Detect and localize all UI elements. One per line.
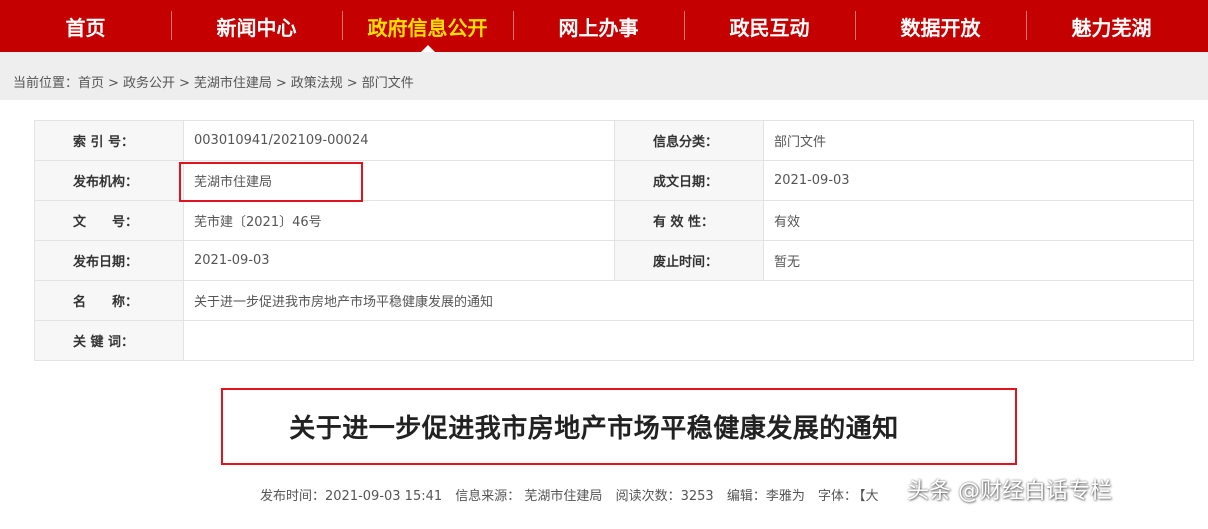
breadcrumb: 当前位置：首页 > 政务公开 > 芜湖市住建局 > 政策法规 > 部门文件 <box>13 72 414 91</box>
breadcrumb-separator: > <box>275 76 287 91</box>
article-meta: 发布时间：2021-09-03 15:41 信息来源： 芜湖市住建局 阅读次数：… <box>260 485 888 504</box>
doc-no-value: 芜市建〔2021〕46号 <box>183 200 615 241</box>
nav-item-gov-info[interactable]: 政府信息公开 <box>342 0 513 52</box>
font-size-label: 字体： <box>817 489 857 504</box>
breadcrumb-link-policy[interactable]: 政策法规 <box>291 76 343 91</box>
table-row: 发布机构： 芜湖市住建局 成文日期： 2021-09-03 <box>34 160 1194 201</box>
table-row: 关 键 词： <box>34 320 1194 361</box>
breadcrumb-separator: > <box>346 76 358 91</box>
breadcrumb-link-gov-affairs[interactable]: 政务公开 <box>123 76 175 91</box>
category-label: 信息分类： <box>614 120 764 161</box>
breadcrumb-link-bureau[interactable]: 芜湖市住建局 <box>194 76 272 91</box>
breadcrumb-link-home[interactable]: 首页 <box>78 76 104 91</box>
breadcrumb-separator: > <box>108 76 119 91</box>
validity-label: 有 效 性： <box>614 200 764 241</box>
nav-item-charm-wuhu[interactable]: 魅力芜湖 <box>1026 0 1197 52</box>
breadcrumb-bar: 当前位置：首页 > 政务公开 > 芜湖市住建局 > 政策法规 > 部门文件 <box>0 52 1208 100</box>
title-highlight-box: 关于进一步促进我市房地产市场平稳健康发展的通知 <box>221 388 1017 465</box>
published-date-value: 2021-09-03 <box>183 240 615 281</box>
table-row: 发布日期： 2021-09-03 废止时间： 暂无 <box>34 240 1194 281</box>
index-no-value: 003010941/202109-00024 <box>183 120 615 161</box>
abolished-value: 暂无 <box>763 240 1194 281</box>
info-source: 信息来源： 芜湖市住建局 <box>455 489 603 504</box>
publish-time: 发布时间：2021-09-03 15:41 <box>260 489 443 504</box>
doc-no-label: 文 号： <box>34 200 184 241</box>
nav-item-home[interactable]: 首页 <box>0 0 171 52</box>
published-date-label: 发布日期： <box>34 240 184 281</box>
validity-value: 有效 <box>763 200 1194 241</box>
top-nav: 首页 新闻中心 政府信息公开 网上办事 政民互动 数据开放 魅力芜湖 <box>0 0 1208 52</box>
name-label: 名 称： <box>34 280 184 321</box>
breadcrumb-link-dept-docs[interactable]: 部门文件 <box>362 76 414 91</box>
nav-item-online-service[interactable]: 网上办事 <box>513 0 684 52</box>
article-title: 关于进一步促进我市房地产市场平稳健康发展的通知 <box>289 414 899 444</box>
nav-item-interaction[interactable]: 政民互动 <box>684 0 855 52</box>
font-size-large-button[interactable]: 【大 <box>859 489 879 504</box>
main-content: 索 引 号： 003010941/202109-00024 信息分类： 部门文件… <box>0 100 1208 529</box>
name-value: 关于进一步促进我市房地产市场平稳健康发展的通知 <box>183 280 1194 321</box>
watermark-text: 头条 @财经白话专栏 <box>907 479 1112 504</box>
keywords-value <box>183 320 1194 361</box>
table-row: 文 号： 芜市建〔2021〕46号 有 效 性： 有效 <box>34 200 1194 241</box>
index-no-label: 索 引 号： <box>34 120 184 161</box>
nav-item-news[interactable]: 新闻中心 <box>171 0 342 52</box>
created-date-label: 成文日期： <box>614 160 764 201</box>
abolished-label: 废止时间： <box>614 240 764 281</box>
publisher-value: 芜湖市住建局 <box>183 160 615 201</box>
breadcrumb-separator: > <box>178 76 190 91</box>
publisher-label: 发布机构： <box>34 160 184 201</box>
nav-item-open-data[interactable]: 数据开放 <box>855 0 1026 52</box>
editor: 编辑：李雅为 <box>726 489 805 504</box>
keywords-label: 关 键 词： <box>34 320 184 361</box>
breadcrumb-prefix: 当前位置： <box>13 76 79 91</box>
created-date-value: 2021-09-03 <box>763 160 1194 201</box>
document-info-table: 索 引 号： 003010941/202109-00024 信息分类： 部门文件… <box>34 120 1194 361</box>
table-row: 名 称： 关于进一步促进我市房地产市场平稳健康发展的通知 <box>34 280 1194 321</box>
category-value: 部门文件 <box>763 120 1194 161</box>
read-count: 阅读次数：3253 <box>615 489 714 504</box>
table-row: 索 引 号： 003010941/202109-00024 信息分类： 部门文件 <box>34 120 1194 161</box>
